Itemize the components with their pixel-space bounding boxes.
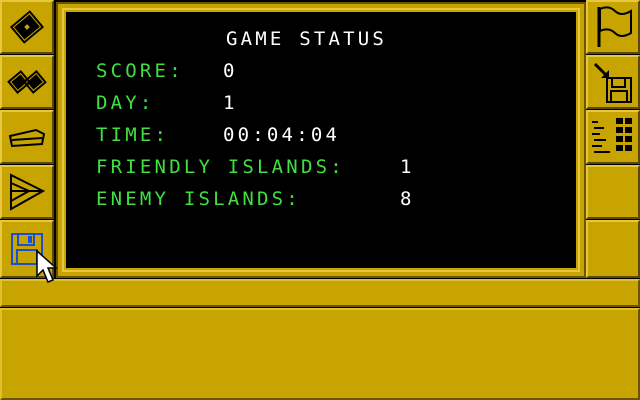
island-group-button[interactable] — [0, 55, 54, 109]
status-screen: GAME STATUS SCORE: 0 DAY: 1 TIME: 00:04:… — [66, 12, 576, 268]
load-disk-icon — [593, 62, 632, 103]
carrier-ship-icon — [8, 128, 46, 148]
friendly-islands-label: FRIENDLY ISLANDS: — [96, 156, 345, 178]
island-group-icon — [7, 70, 47, 94]
stats-button[interactable] — [586, 110, 640, 164]
friendly-islands-value: 1 — [400, 156, 415, 178]
status-grid-icon — [592, 118, 632, 153]
score-label: SCORE: — [96, 60, 184, 82]
island-map-button[interactable] — [0, 0, 54, 54]
day-label: DAY: — [96, 92, 155, 114]
enemy-islands-value: 8 — [400, 188, 415, 210]
right-button-empty-1[interactable] — [586, 165, 640, 219]
time-label: TIME: — [96, 124, 170, 146]
score-value: 0 — [223, 60, 238, 82]
funnel-button[interactable] — [0, 165, 54, 219]
day-value: 1 — [223, 92, 238, 114]
message-bar — [0, 279, 640, 307]
flag-icon — [597, 6, 632, 47]
status-title: GAME STATUS — [226, 28, 388, 50]
island-map-icon — [9, 10, 45, 44]
right-button-empty-2[interactable] — [586, 220, 640, 278]
flag-button[interactable] — [586, 0, 640, 54]
mouse-cursor-icon — [36, 250, 58, 283]
carrier-button[interactable] — [0, 110, 54, 164]
info-panel — [0, 308, 640, 400]
time-value: 00:04:04 — [223, 124, 341, 146]
funnel-icon — [10, 173, 46, 211]
load-game-button[interactable] — [586, 55, 640, 109]
enemy-islands-label: ENEMY ISLANDS: — [96, 188, 301, 210]
